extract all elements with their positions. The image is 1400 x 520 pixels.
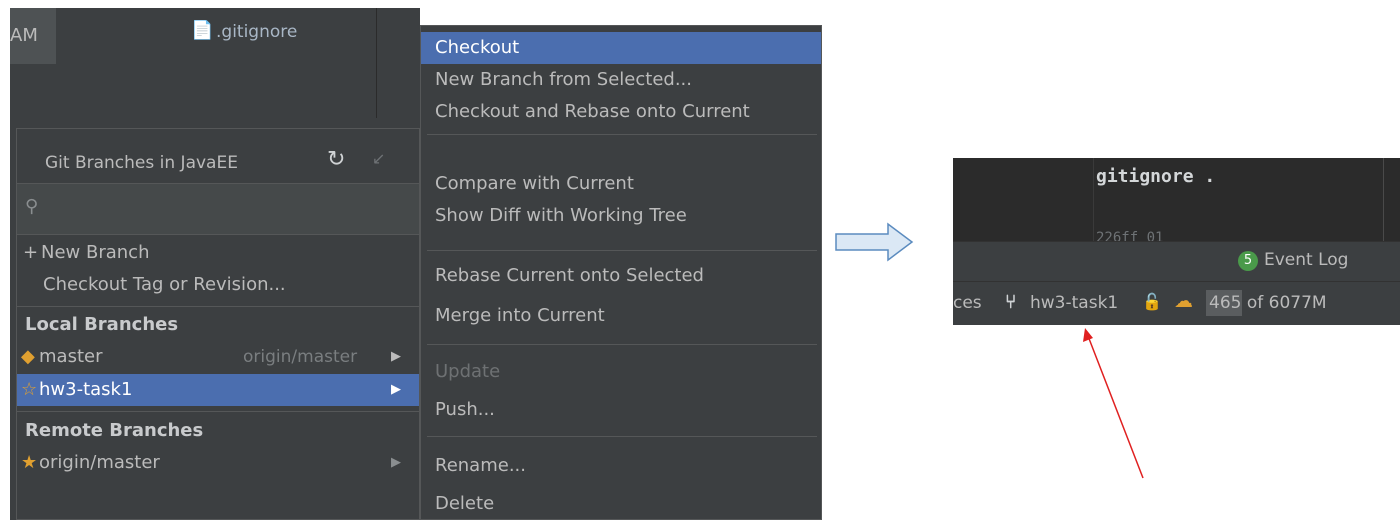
menu-item-label: New Branch from Selected...: [435, 69, 693, 90]
menu-item-checkout[interactable]: Checkout: [421, 32, 821, 64]
menu-item-push[interactable]: Push...: [421, 394, 821, 426]
search-icon: ⚲: [25, 196, 39, 217]
tag-icon: ◆: [21, 346, 35, 367]
connector-arrow-shape: [835, 222, 914, 262]
editor-edge: [1383, 158, 1384, 241]
submenu-arrow-icon: ▶: [391, 382, 401, 397]
editor-tab-fragment[interactable]: AM: [10, 8, 56, 64]
code-line: gitignore .: [1096, 166, 1216, 187]
menu-item-new-branch-from-selected[interactable]: New Branch from Selected...: [421, 64, 821, 96]
branch-search-input[interactable]: ⚲: [17, 183, 419, 235]
checkout-tag-label: Checkout Tag or Revision...: [43, 274, 286, 295]
menu-item-checkout-and-rebase[interactable]: Checkout and Rebase onto Current: [421, 96, 821, 128]
menu-item-label: Merge into Current: [435, 305, 605, 326]
new-branch-item[interactable]: + New Branch: [17, 237, 419, 269]
branch-label: master: [39, 346, 103, 367]
branch-item-origin-master[interactable]: ★ origin/master ▶: [17, 447, 419, 479]
memory-used: 465: [1209, 293, 1242, 313]
git-branch-icon: ⑂: [1005, 291, 1017, 313]
remote-branches-header: Remote Branches: [17, 415, 419, 447]
submenu-arrow-icon: ▶: [391, 349, 401, 364]
memory-indicator[interactable]: 465 of 6077M: [1209, 293, 1327, 313]
star-outline-icon: ☆: [21, 379, 38, 400]
branch-context-menu: Checkout New Branch from Selected... Che…: [420, 25, 822, 520]
menu-item-show-diff[interactable]: Show Diff with Working Tree: [421, 200, 821, 232]
menu-item-rename[interactable]: Rename...: [421, 450, 821, 482]
status-bar: ces ⑂ hw3-task1 🔓 ☁ 465 of 6077M: [953, 281, 1400, 325]
gitignore-file-icon: 📄: [191, 20, 214, 41]
annotation-arrow-line: [1087, 335, 1144, 479]
checkout-tag-item[interactable]: Checkout Tag or Revision...: [17, 269, 419, 301]
ide-window-left: AM 📄 .gitignore Git Branches in JavaEE ↻…: [10, 8, 420, 520]
submenu-arrow-icon: ▶: [391, 455, 401, 470]
menu-item-label: Rebase Current onto Selected: [435, 265, 704, 286]
event-count-badge: 5: [1238, 251, 1258, 271]
branch-label: origin/master: [39, 452, 160, 473]
menu-item-label: Push...: [435, 399, 495, 420]
divider: [17, 306, 419, 307]
local-branches-header: Local Branches: [17, 309, 419, 341]
section-label: Local Branches: [25, 314, 179, 335]
divider: [427, 250, 817, 251]
divider: [427, 344, 817, 345]
divider: [17, 411, 419, 412]
menu-item-rebase-current-onto-selected[interactable]: Rebase Current onto Selected: [421, 260, 821, 292]
git-branch-widget[interactable]: hw3-task1: [1030, 293, 1118, 313]
collapse-icon[interactable]: ↙: [372, 149, 385, 168]
gutter-divider: [1093, 158, 1094, 241]
menu-item-label: Compare with Current: [435, 173, 634, 194]
new-branch-label: New Branch: [41, 242, 150, 263]
star-filled-icon: ★: [21, 452, 38, 473]
menu-item-label: Rename...: [435, 455, 526, 476]
menu-item-update[interactable]: Update: [421, 356, 821, 388]
status-item-fragment: ces: [953, 293, 982, 313]
ide-status-crop: gitignore . 226ff 01 5 Event Log ces ⑂ h…: [953, 158, 1400, 325]
menu-item-delete[interactable]: Delete: [421, 488, 821, 520]
branch-item-hw3-task1[interactable]: ☆ hw3-task1 ▶: [17, 374, 419, 406]
refresh-icon[interactable]: ↻: [327, 147, 345, 172]
branch-item-master[interactable]: ◆ master origin/master ▶: [17, 341, 419, 373]
editor-tab-label: .gitignore: [216, 22, 298, 42]
menu-item-compare-with-current[interactable]: Compare with Current: [421, 168, 821, 200]
plus-icon: +: [23, 242, 39, 263]
menu-item-merge-into-current[interactable]: Merge into Current: [421, 300, 821, 332]
event-log-button[interactable]: Event Log: [1264, 250, 1348, 270]
branch-label: hw3-task1: [39, 379, 133, 400]
tool-window-bar: 5 Event Log: [953, 241, 1400, 282]
tracking-branch-label: origin/master: [243, 347, 358, 367]
menu-item-label: Checkout: [435, 37, 520, 58]
menu-item-label: Delete: [435, 493, 495, 514]
lock-icon[interactable]: 🔓: [1142, 292, 1162, 311]
cloud-settings-icon[interactable]: ☁: [1174, 290, 1193, 312]
connector-arrow: [835, 222, 914, 262]
git-branches-popup: Git Branches in JavaEE ↻ ↙ ⚲ + New Branc…: [16, 128, 420, 520]
memory-total: of 6077M: [1241, 293, 1327, 313]
section-label: Remote Branches: [25, 420, 204, 441]
menu-item-label: Update: [435, 361, 501, 382]
annotation-arrowhead: [1083, 328, 1093, 342]
editor-tab-gitignore[interactable]: 📄 .gitignore: [56, 8, 377, 118]
menu-item-label: Show Diff with Working Tree: [435, 205, 687, 226]
menu-item-label: Checkout and Rebase onto Current: [435, 101, 750, 122]
divider: [427, 134, 817, 135]
popup-title: Git Branches in JavaEE: [45, 153, 238, 173]
divider: [427, 436, 817, 437]
code-editor-area: gitignore . 226ff 01: [953, 158, 1400, 246]
